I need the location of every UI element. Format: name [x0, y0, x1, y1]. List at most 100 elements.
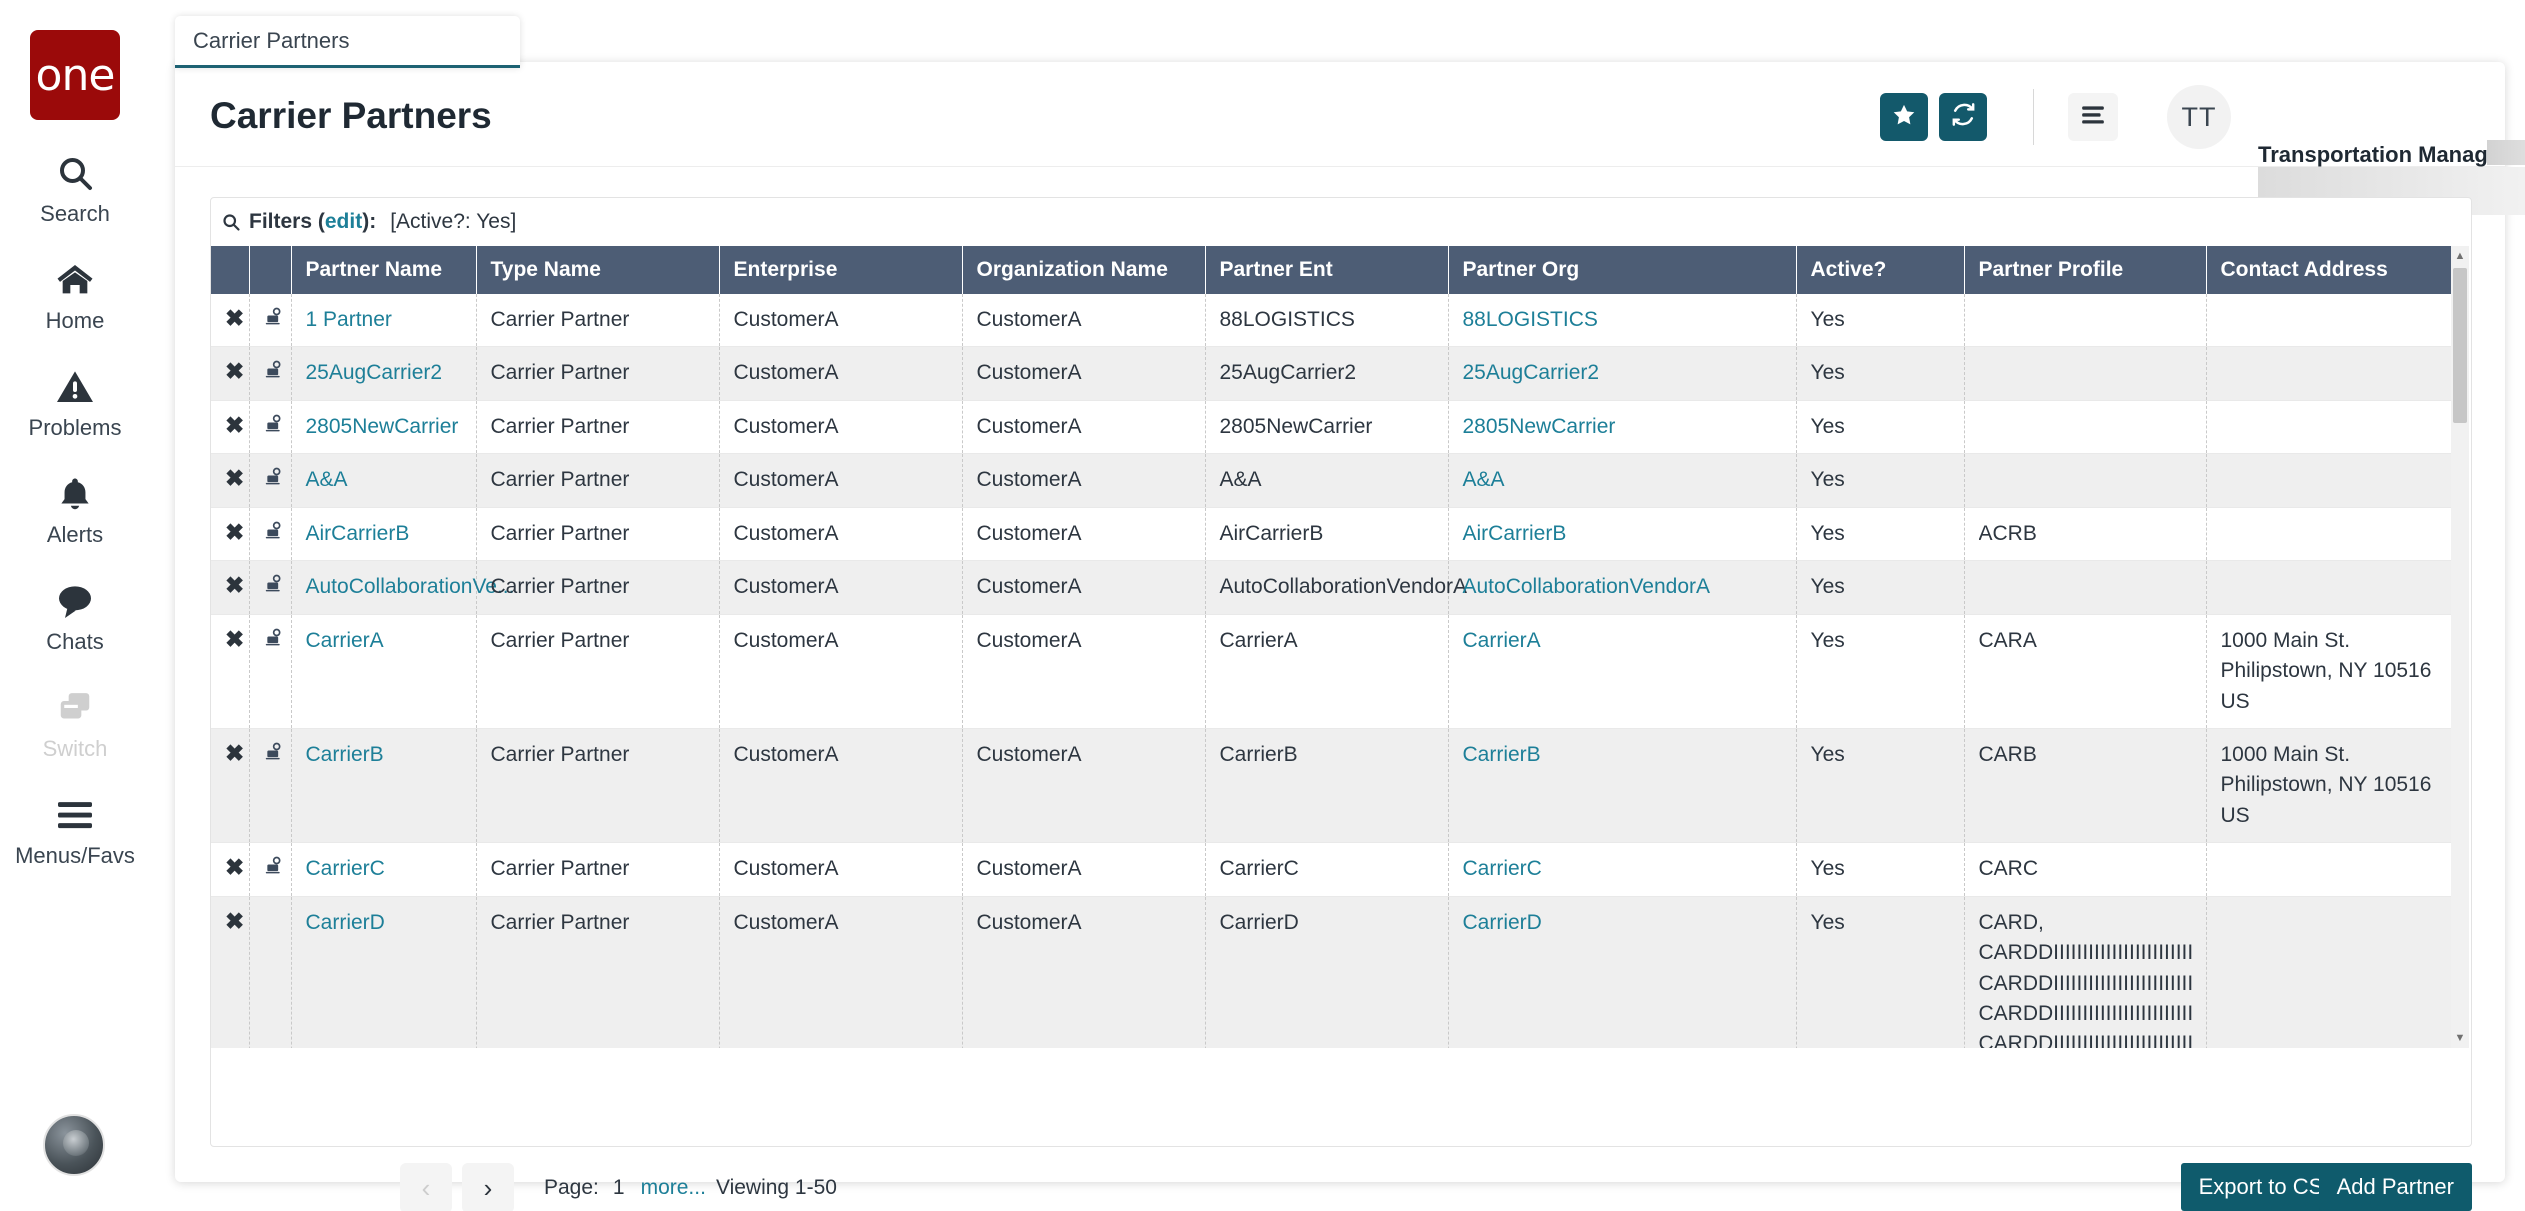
- cell-partner-name-link[interactable]: 25AugCarrier2: [306, 361, 443, 384]
- cell-partner-org-link[interactable]: A&A: [1463, 468, 1505, 491]
- cell-partner-name-link[interactable]: AutoCollaborationVe...: [306, 575, 515, 598]
- tab-carrier-partners[interactable]: Carrier Partners: [175, 16, 520, 68]
- sidebar-item-menus-favs[interactable]: Menus/Favs: [0, 792, 150, 869]
- more-pages-link[interactable]: more...: [641, 1176, 706, 1199]
- col-active[interactable]: Active?: [1796, 246, 1965, 294]
- cell-partner-org[interactable]: 88LOGISTICS: [1448, 294, 1797, 348]
- partner-detail-button[interactable]: [249, 614, 292, 729]
- col-partner-profile[interactable]: Partner Profile: [1964, 246, 2207, 294]
- cell-partner-org-link[interactable]: CarrierA: [1463, 629, 1541, 652]
- cell-partner-org[interactable]: CarrierA: [1448, 614, 1797, 729]
- cell-partner-name-link[interactable]: CarrierC: [306, 857, 385, 880]
- partner-detail-button[interactable]: [249, 346, 292, 401]
- scroll-down-icon[interactable]: ▼: [2451, 1028, 2469, 1048]
- page-menu-button[interactable]: [2068, 93, 2118, 141]
- avatar[interactable]: [43, 1114, 105, 1176]
- prev-page-button[interactable]: ‹: [400, 1163, 452, 1211]
- table-row[interactable]: ✖ 2805NewCarrier Carrier Partner CustomerA C…: [211, 400, 2454, 455]
- cell-partner-org[interactable]: AirCarrierB: [1448, 507, 1797, 562]
- cell-partner-name[interactable]: CarrierA: [291, 614, 477, 729]
- cell-partner-name[interactable]: CarrierD: [291, 896, 477, 1048]
- cell-partner-name-link[interactable]: CarrierB: [306, 743, 384, 766]
- cell-partner-name-link[interactable]: 2805NewCarrier: [306, 415, 459, 438]
- cell-partner-name-link[interactable]: 1 Partner: [306, 308, 392, 331]
- cell-partner-name[interactable]: AutoCollaborationVe...: [291, 560, 514, 615]
- refresh-button[interactable]: [1939, 93, 1987, 141]
- brand-logo[interactable]: one: [30, 30, 120, 120]
- cell-partner-org-link[interactable]: 2805NewCarrier: [1463, 415, 1616, 438]
- cell-partner-org[interactable]: AutoCollaborationVendorA: [1448, 560, 1797, 615]
- cell-partner-org-link[interactable]: AirCarrierB: [1463, 522, 1567, 545]
- cell-partner-org-link[interactable]: CarrierD: [1463, 911, 1542, 934]
- partner-detail-button[interactable]: [249, 560, 292, 615]
- col-contact-address[interactable]: Contact Address: [2206, 246, 2453, 294]
- sidebar-item-alerts[interactable]: Alerts: [0, 471, 150, 548]
- cell-partner-org[interactable]: 2805NewCarrier: [1448, 400, 1797, 455]
- delete-row-button[interactable]: ✖: [211, 346, 250, 401]
- scrollbar-thumb[interactable]: [2453, 268, 2467, 423]
- delete-row-button[interactable]: ✖: [211, 453, 250, 508]
- sidebar-item-home[interactable]: Home: [0, 257, 150, 334]
- sidebar-item-search[interactable]: Search: [0, 150, 150, 227]
- partner-detail-button[interactable]: [249, 453, 292, 508]
- delete-row-button[interactable]: ✖: [211, 842, 250, 897]
- sidebar-item-problems[interactable]: Problems: [0, 364, 150, 441]
- table-row[interactable]: ✖ CarrierD Carrier Partner CustomerA Custome…: [211, 896, 2454, 1048]
- delete-row-button[interactable]: ✖: [211, 728, 250, 844]
- col-partner-name[interactable]: Partner Name: [291, 246, 477, 294]
- cell-partner-org[interactable]: A&A: [1448, 453, 1797, 508]
- cell-partner-name[interactable]: 2805NewCarrier: [291, 400, 477, 455]
- cell-partner-name-link[interactable]: AirCarrierB: [306, 522, 410, 545]
- scroll-up-icon[interactable]: ▲: [2451, 246, 2469, 266]
- partner-detail-button[interactable]: [249, 507, 292, 562]
- table-row[interactable]: ✖ 1 Partner Carrier Partner CustomerA Custom…: [211, 294, 2454, 348]
- cell-partner-name[interactable]: CarrierC: [291, 842, 477, 897]
- cell-partner-name[interactable]: AirCarrierB: [291, 507, 477, 562]
- table-row[interactable]: ✖ CarrierC Carrier Partner CustomerA Custome…: [211, 842, 2454, 897]
- cell-partner-name[interactable]: 1 Partner: [291, 294, 477, 348]
- cell-partner-name[interactable]: CarrierB: [291, 728, 477, 844]
- col-enterprise[interactable]: Enterprise: [719, 246, 963, 294]
- cell-partner-org-link[interactable]: CarrierC: [1463, 857, 1542, 880]
- col-partner-ent[interactable]: Partner Ent: [1205, 246, 1449, 294]
- delete-row-button[interactable]: ✖: [211, 560, 250, 615]
- table-row[interactable]: ✖ AirCarrierB Carrier Partner CustomerA Cust…: [211, 507, 2454, 562]
- table-row[interactable]: ✖ 25AugCarrier2 Carrier Partner CustomerA Cu…: [211, 346, 2454, 401]
- partner-detail-button[interactable]: [249, 400, 292, 455]
- favorite-button[interactable]: [1880, 93, 1928, 141]
- next-page-button[interactable]: ›: [462, 1163, 514, 1211]
- sidebar-item-chats[interactable]: Chats: [0, 578, 150, 655]
- delete-row-button[interactable]: ✖: [211, 896, 250, 1048]
- cell-partner-org-link[interactable]: AutoCollaborationVendorA: [1463, 575, 1711, 598]
- delete-row-button[interactable]: ✖: [211, 614, 250, 729]
- cell-partner-name[interactable]: A&A: [291, 453, 477, 508]
- table-row[interactable]: ✖ CarrierA Carrier Partner CustomerA Custome…: [211, 614, 2454, 729]
- cell-partner-name[interactable]: 25AugCarrier2: [291, 346, 477, 401]
- partner-detail-button[interactable]: [249, 294, 292, 348]
- delete-row-button[interactable]: ✖: [211, 400, 250, 455]
- cell-partner-name-link[interactable]: CarrierD: [306, 911, 385, 934]
- cell-partner-org[interactable]: 25AugCarrier2: [1448, 346, 1797, 401]
- table-row[interactable]: ✖ A&A Carrier Partner CustomerA CustomerA A&A…: [211, 453, 2454, 508]
- cell-partner-name-link[interactable]: CarrierA: [306, 629, 384, 652]
- col-partner-org[interactable]: Partner Org: [1448, 246, 1797, 294]
- user-avatar[interactable]: TT: [2167, 85, 2231, 149]
- add-partner-button[interactable]: Add Partner: [2318, 1163, 2472, 1211]
- cell-partner-org-link[interactable]: 88LOGISTICS: [1463, 308, 1598, 331]
- cell-partner-org-link[interactable]: CarrierB: [1463, 743, 1541, 766]
- cell-partner-org-link[interactable]: 25AugCarrier2: [1463, 361, 1600, 384]
- table-row[interactable]: ✖ CarrierB Carrier Partner CustomerA Custome…: [211, 728, 2454, 844]
- col-organization-name[interactable]: Organization Name: [962, 246, 1206, 294]
- table-row[interactable]: ✖ AutoCollaborationVe... Carrier Partner Cu…: [211, 560, 2454, 615]
- filters-edit-link[interactable]: edit: [325, 210, 362, 233]
- col-type-name[interactable]: Type Name: [476, 246, 720, 294]
- delete-row-button[interactable]: ✖: [211, 507, 250, 562]
- partner-detail-button[interactable]: [249, 728, 292, 844]
- cell-partner-org[interactable]: CarrierD: [1448, 896, 1797, 1048]
- sidebar-item-switch[interactable]: Switch: [0, 685, 150, 762]
- vertical-scrollbar[interactable]: ▲ ▼: [2451, 246, 2469, 1048]
- partner-detail-button[interactable]: [249, 842, 292, 897]
- cell-partner-org[interactable]: CarrierC: [1448, 842, 1797, 897]
- cell-partner-org[interactable]: CarrierB: [1448, 728, 1797, 844]
- cell-partner-name-link[interactable]: A&A: [306, 468, 348, 491]
